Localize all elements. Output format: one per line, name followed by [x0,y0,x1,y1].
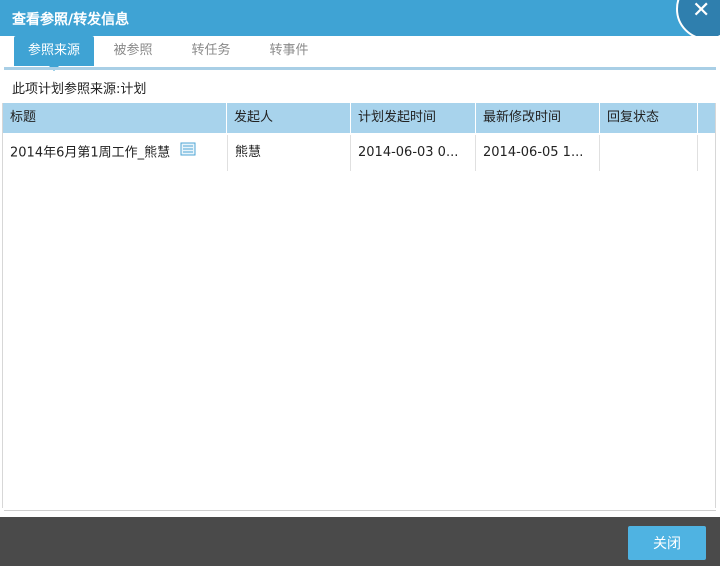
content-divider [4,510,716,511]
row-title-link[interactable]: 2014年6月第1周工作_熊慧 [10,146,170,161]
row-modified-time-cell: 2014-06-05 1... [476,135,600,171]
row-initiator-cell: 熊慧 [227,135,351,171]
dialog-footer: 关闭 [0,517,720,566]
column-header-reply-status[interactable]: 回复状态 [600,103,698,133]
dialog-close-button[interactable]: ✕ [676,0,720,40]
dialog-title: 查看参照/转发信息 [12,12,130,28]
reference-description: 此项计划参照来源:计划 [12,82,147,97]
document-icon[interactable] [180,135,196,171]
close-button[interactable]: 关闭 [628,526,706,560]
column-header-title[interactable]: 标题 [3,103,227,133]
tab-referenced-by[interactable]: 被参照 [96,36,170,66]
column-header-modified-time[interactable]: 最新修改时间 [476,103,600,133]
table-header: 标题 发起人 计划发起时间 最新修改时间 回复状态 [3,103,715,133]
dialog-titlebar: 查看参照/转发信息 ✕ [0,0,720,40]
tab-underline [4,67,716,70]
column-header-plan-time[interactable]: 计划发起时间 [351,103,476,133]
row-reply-status-cell [600,135,698,171]
column-header-initiator[interactable]: 发起人 [227,103,351,133]
reference-table: 标题 发起人 计划发起时间 最新修改时间 回复状态 2014年6月第1周工作_熊… [2,103,716,508]
close-icon: ✕ [692,0,711,23]
tab-convert-event[interactable]: 转事件 [252,36,326,66]
row-title-cell: 2014年6月第1周工作_熊慧 [3,135,227,171]
row-plan-time-cell: 2014-06-03 0... [351,135,476,171]
tab-convert-task[interactable]: 转任务 [174,36,248,66]
tab-bar: 参照来源 被参照 转任务 转事件 [0,36,720,71]
table-row[interactable]: 2014年6月第1周工作_熊慧 熊慧 2014-06-03 0... 2014-… [3,135,715,171]
tab-reference-source[interactable]: 参照来源 [14,36,94,71]
